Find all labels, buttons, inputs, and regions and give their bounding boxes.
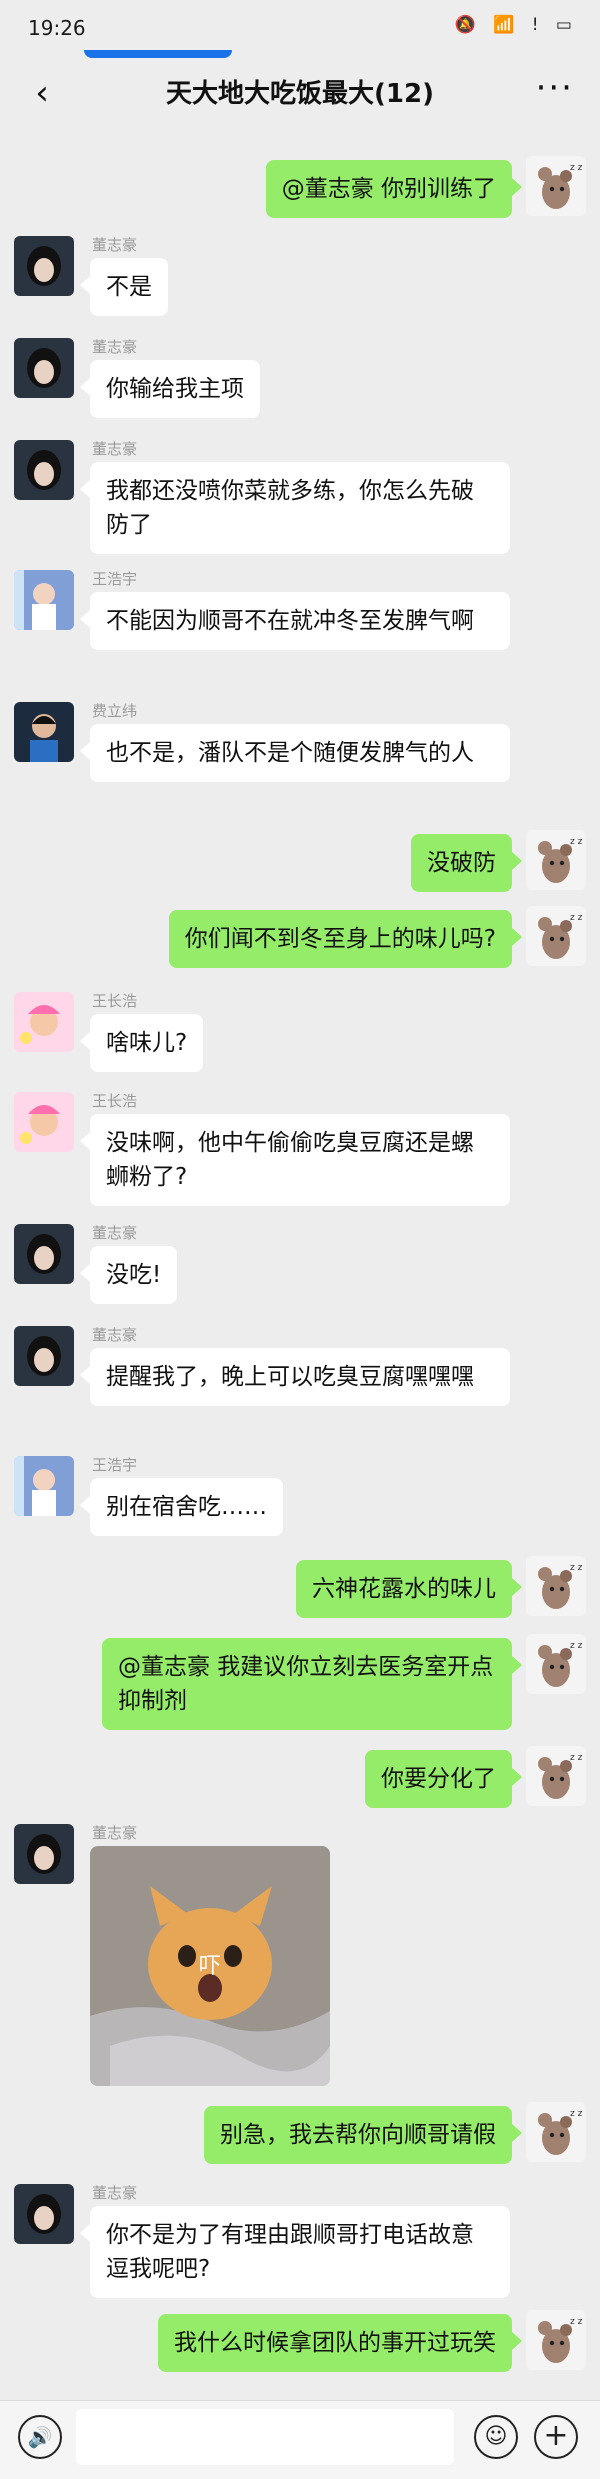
message-row: 王长浩 没味啊，他中午偷偷吃臭豆腐还是螺蛳粉了? [0, 1088, 600, 1208]
message-bubble-incoming[interactable]: 我都还没喷你菜就多练，你怎么先破防了 [80, 462, 510, 554]
self-avatar[interactable]: z z [526, 2102, 586, 2162]
self-avatar[interactable]: z z [526, 830, 586, 890]
sender-name: 董志豪 [92, 440, 138, 458]
self-avatar[interactable]: z z [526, 1634, 586, 1694]
top-indicator [84, 50, 232, 58]
message-row: 费立纬 也不是，潘队不是个随便发脾气的人 [0, 698, 600, 818]
message-bubble-outgoing[interactable]: 你要分化了 [365, 1750, 522, 1808]
message-bubble-outgoing[interactable]: 你们闻不到冬至身上的味儿吗? [168, 910, 523, 968]
self-avatar[interactable]: z z [526, 1556, 586, 1616]
message-row: 董志豪 我都还没喷你菜就多练，你怎么先破防了 [0, 436, 600, 556]
sender-name: 王长浩 [92, 1092, 138, 1110]
message-row: 董志豪 不是 [0, 232, 600, 322]
message-row: 你要分化了 z z [0, 1746, 600, 1810]
message-bubble-incoming[interactable]: 没味啊，他中午偷偷吃臭豆腐还是螺蛳粉了? [80, 1114, 510, 1206]
svg-text:z z: z z [570, 1563, 583, 1573]
sender-name: 董志豪 [92, 2184, 138, 2202]
message-bubble-incoming[interactable]: 你输给我主项 [80, 360, 260, 418]
sender-name: 董志豪 [92, 1824, 138, 1842]
svg-text:z z: z z [570, 913, 583, 923]
svg-text:z z: z z [570, 1641, 583, 1651]
message-bubble-outgoing[interactable]: 六神花露水的味儿 [296, 1560, 522, 1618]
sender-avatar[interactable] [14, 1824, 74, 1884]
cat-sticker[interactable]: 吓 [90, 1846, 330, 2086]
sender-name: 董志豪 [92, 338, 138, 356]
sender-name: 董志豪 [92, 236, 138, 254]
self-avatar[interactable]: z z [526, 2310, 586, 2370]
svg-text:z z: z z [570, 837, 583, 847]
sender-avatar[interactable] [14, 1326, 74, 1386]
status-icons: 🔕 📶 ! ▭ [454, 15, 578, 35]
svg-text:z z: z z [570, 2317, 583, 2327]
svg-text:z z: z z [570, 1753, 583, 1763]
sender-name: 王长浩 [92, 992, 138, 1010]
svg-text:z z: z z [570, 163, 583, 173]
message-bubble-outgoing[interactable]: 我什么时候拿团队的事开过玩笑 [158, 2314, 522, 2372]
sender-avatar[interactable] [14, 2184, 74, 2244]
sender-avatar[interactable] [14, 440, 74, 500]
sender-avatar[interactable] [14, 1456, 74, 1516]
emoji-icon[interactable]: ☺ [474, 2415, 518, 2459]
message-bubble-incoming[interactable]: 提醒我了，晚上可以吃臭豆腐嘿嘿嘿 [80, 1348, 510, 1406]
message-row: @董志豪 我建议你立刻去医务室开点抑制剂 z z [0, 1634, 600, 1734]
message-bubble-outgoing[interactable]: @董志豪 你别训练了 [265, 160, 523, 218]
sender-avatar[interactable] [14, 236, 74, 296]
sender-name: 董志豪 [92, 1326, 138, 1344]
message-row: 董志豪 你不是为了有理由跟顺哥打电话故意逗我呢吧? [0, 2180, 600, 2300]
message-input[interactable] [76, 2409, 454, 2465]
message-row: 王长浩 啥味儿? [0, 988, 600, 1076]
message-bubble-incoming[interactable]: 别在宿舍吃…… [80, 1478, 283, 1536]
sender-avatar[interactable] [14, 1224, 74, 1284]
message-bubble-incoming[interactable]: 不是 [80, 258, 168, 316]
message-bubble-incoming[interactable]: 啥味儿? [79, 1014, 204, 1072]
sender-name: 董志豪 [92, 1224, 138, 1242]
chat-title: 天大地大吃饭最大(12) [166, 79, 434, 109]
input-bar: 🔊 ☺ + [0, 2400, 600, 2479]
sender-name: 王浩宇 [92, 1456, 138, 1474]
message-bubble-outgoing[interactable]: 别急，我去帮你向顺哥请假 [204, 2106, 522, 2164]
message-row: 董志豪 你输给我主项 [0, 334, 600, 424]
self-avatar[interactable]: z z [526, 1746, 586, 1806]
message-bubble-outgoing[interactable]: @董志豪 我建议你立刻去医务室开点抑制剂 [102, 1638, 522, 1730]
sticker-caption: 吓 [199, 1954, 221, 1979]
sender-avatar[interactable] [14, 570, 74, 630]
chat-header: ‹ 天大地大吃饭最大(12) ··· [0, 50, 600, 128]
message-row: 别急，我去帮你向顺哥请假 z z [0, 2102, 600, 2166]
message-row: 王浩宇 别在宿舍吃…… [0, 1452, 600, 1542]
plus-icon[interactable]: + [534, 2415, 578, 2459]
more-options-icon[interactable]: ··· [536, 68, 574, 108]
message-row: 董志豪 吓 [0, 1820, 600, 2110]
message-bubble-incoming[interactable]: 不能因为顺哥不在就冲冬至发脾气啊 [80, 592, 510, 650]
message-row: 董志豪 提醒我了，晚上可以吃臭豆腐嘿嘿嘿 [0, 1322, 600, 1442]
status-time: 19:26 [28, 16, 86, 40]
self-avatar[interactable]: z z [526, 156, 586, 216]
message-bubble-incoming[interactable]: 没吃! [79, 1246, 178, 1304]
message-row: 王浩宇 不能因为顺哥不在就冲冬至发脾气啊 [0, 566, 600, 686]
message-bubble-incoming[interactable]: 也不是，潘队不是个随便发脾气的人 [80, 724, 510, 782]
message-row: 我什么时候拿团队的事开过玩笑 z z [0, 2310, 600, 2374]
sender-avatar[interactable] [14, 702, 74, 762]
svg-text:z z: z z [570, 2109, 583, 2119]
message-row: 六神花露水的味儿 z z [0, 1556, 600, 1620]
message-row: 董志豪 没吃! [0, 1220, 600, 1308]
message-row: 没破防 z z [0, 830, 600, 894]
message-row: @董志豪 你别训练了 z z [0, 156, 600, 218]
sender-avatar[interactable] [14, 1092, 74, 1152]
message-row: 你们闻不到冬至身上的味儿吗? z z [0, 906, 600, 970]
self-avatar[interactable]: z z [526, 906, 586, 966]
sender-avatar[interactable] [14, 338, 74, 398]
sender-name: 费立纬 [92, 702, 138, 720]
sender-avatar[interactable] [14, 992, 74, 1052]
message-bubble-incoming[interactable]: 你不是为了有理由跟顺哥打电话故意逗我呢吧? [80, 2206, 510, 2298]
message-bubble-outgoing[interactable]: 没破防 [411, 834, 522, 892]
voice-input-icon[interactable]: 🔊 [18, 2415, 62, 2459]
sender-name: 王浩宇 [92, 570, 138, 588]
